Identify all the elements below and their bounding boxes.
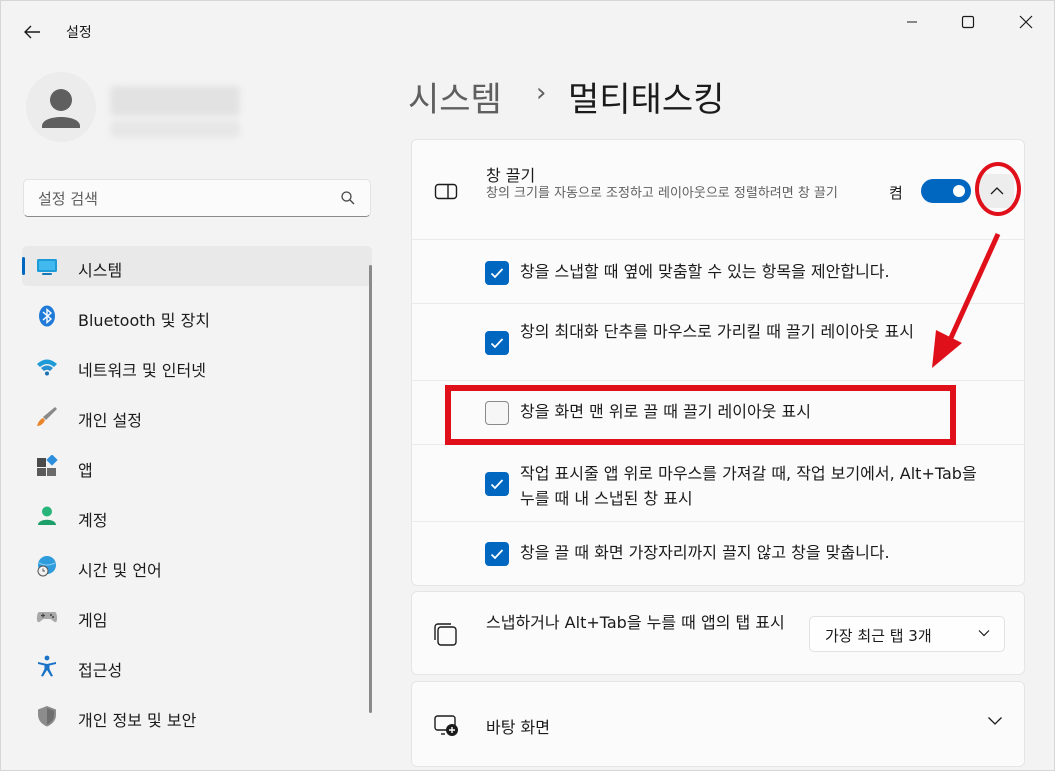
close-icon bbox=[1019, 15, 1033, 29]
chevron-down-icon bbox=[988, 717, 1002, 725]
search-input[interactable] bbox=[36, 187, 340, 211]
sidebar-scrollbar[interactable] bbox=[369, 265, 372, 713]
sidebar-item-personalization[interactable]: 개인 설정 bbox=[22, 396, 372, 436]
snap-windows-header[interactable]: 창 끌기 창의 크기를 자동으로 조정하고 레이아웃으로 정렬하려면 창 끌기 … bbox=[412, 140, 1024, 240]
sidebar-item-privacy[interactable]: 개인 정보 및 보안 bbox=[22, 696, 372, 736]
snap-layout-icon bbox=[434, 183, 458, 200]
sidebar-item-time-language[interactable]: 시간 및 언어 bbox=[22, 546, 372, 586]
sidebar-item-accounts[interactable]: 계정 bbox=[22, 496, 372, 536]
avatar[interactable] bbox=[26, 72, 96, 142]
sidebar-item-system[interactable]: 시스템 bbox=[22, 246, 372, 286]
sidebar-item-label: 개인 정보 및 보안 bbox=[78, 711, 197, 730]
option-checkbox[interactable] bbox=[485, 472, 509, 496]
snap-windows-card: 창 끌기 창의 크기를 자동으로 조정하고 레이아웃으로 정렬하려면 창 끌기 … bbox=[411, 139, 1025, 240]
profile-name-redacted bbox=[110, 86, 240, 116]
active-indicator bbox=[22, 257, 25, 275]
desktop-add-icon bbox=[434, 715, 458, 736]
chevron-down-icon bbox=[978, 630, 990, 637]
sidebar-item-label: 접근성 bbox=[78, 661, 123, 680]
back-button[interactable] bbox=[18, 18, 46, 46]
globe-clock-icon bbox=[37, 556, 56, 577]
sidebar-item-gaming[interactable]: 게임 bbox=[22, 596, 372, 636]
toggle-knob bbox=[953, 185, 965, 197]
alt-tab-icon bbox=[434, 623, 457, 646]
sidebar-item-accessibility[interactable]: 접근성 bbox=[22, 646, 372, 686]
desktops-label: 바탕 화면 bbox=[486, 718, 550, 737]
option-checkbox[interactable] bbox=[485, 331, 509, 355]
sidebar-item-label: Bluetooth 및 장치 bbox=[78, 311, 211, 330]
checkmark-icon bbox=[490, 479, 504, 490]
option-label: 작업 표시줄 앱 위로 마우스를 가져갈 때, 작업 보기에서, Alt+Tab… bbox=[520, 464, 977, 508]
sidebar-item-label: 네트워크 및 인터넷 bbox=[78, 361, 206, 380]
wifi-icon bbox=[37, 359, 57, 376]
apps-icon bbox=[37, 455, 58, 476]
sidebar-item-bluetooth[interactable]: Bluetooth 및 장치 bbox=[22, 296, 372, 336]
breadcrumb-parent[interactable]: 시스템 bbox=[408, 80, 502, 120]
bluetooth-icon bbox=[39, 305, 55, 327]
desktops-card[interactable]: 바탕 화면 bbox=[411, 681, 1025, 767]
toggle-state-label: 켬 bbox=[889, 184, 903, 202]
sidebar-nav: 시스템 Bluetooth 및 장치 네트워크 및 인터넷 개인 설정 앱 계정… bbox=[22, 246, 372, 746]
alt-tab-label: 스냅하거나 Alt+Tab을 누를 때 앱의 탭 표시 bbox=[486, 613, 785, 632]
sidebar-item-label: 개인 설정 bbox=[78, 411, 142, 430]
option-label: 창을 끌 때 화면 가장자리까지 끌지 않고 창을 맞춥니다. bbox=[520, 543, 890, 562]
snap-windows-toggle[interactable] bbox=[921, 179, 971, 203]
sidebar-item-apps[interactable]: 앱 bbox=[22, 446, 372, 486]
profile-email-redacted bbox=[110, 120, 240, 138]
shield-icon bbox=[38, 706, 56, 727]
maximize-icon bbox=[961, 15, 975, 29]
window-title: 설정 bbox=[66, 25, 92, 41]
highlight-circle bbox=[975, 162, 1021, 216]
snap-option-row: 창을 스냅할 때 옆에 맞춤할 수 있는 항목을 제안합니다. bbox=[411, 239, 1025, 304]
snap-windows-title: 창 끌기 bbox=[486, 166, 536, 185]
sidebar-item-network[interactable]: 네트워크 및 인터넷 bbox=[22, 346, 372, 386]
search-icon bbox=[341, 191, 355, 205]
sidebar-item-label: 게임 bbox=[78, 611, 108, 630]
system-icon bbox=[37, 259, 57, 275]
snap-option-row: 창을 끌 때 화면 가장자리까지 끌지 않고 창을 맞춥니다. bbox=[411, 521, 1025, 586]
highlight-rectangle bbox=[445, 385, 956, 445]
breadcrumb: 시스템 › 멀티태스킹 bbox=[408, 72, 724, 121]
maximize-button[interactable] bbox=[948, 8, 988, 36]
option-checkbox[interactable] bbox=[485, 261, 509, 285]
snap-option-row: 작업 표시줄 앱 위로 마우스를 가져갈 때, 작업 보기에서, Alt+Tab… bbox=[411, 444, 1025, 522]
back-arrow-icon bbox=[24, 25, 40, 39]
checkmark-icon bbox=[490, 549, 504, 560]
person-icon bbox=[38, 506, 56, 525]
gamepad-icon bbox=[36, 612, 58, 623]
breadcrumb-separator-icon: › bbox=[536, 78, 547, 108]
title-bar: 설정 bbox=[0, 0, 1055, 62]
sidebar-item-label: 앱 bbox=[78, 461, 93, 480]
settings-search[interactable] bbox=[23, 179, 371, 217]
option-checkbox[interactable] bbox=[485, 542, 509, 566]
close-button[interactable] bbox=[1006, 8, 1046, 36]
option-label: 창의 최대화 단추를 마우스로 가리킬 때 끌기 레이아웃 표시 bbox=[520, 322, 914, 341]
alt-tab-card: 스냅하거나 Alt+Tab을 누를 때 앱의 탭 표시 가장 최근 탭 3개 bbox=[411, 591, 1025, 675]
checkmark-icon bbox=[490, 338, 504, 349]
snap-windows-description: 창의 크기를 자동으로 조정하고 레이아웃으로 정렬하려면 창 끌기 bbox=[486, 186, 838, 201]
accessibility-icon bbox=[38, 655, 56, 677]
sidebar-item-label: 계정 bbox=[78, 511, 108, 530]
checkmark-icon bbox=[490, 268, 504, 279]
page-title: 멀티태스킹 bbox=[568, 80, 725, 120]
brush-icon bbox=[37, 407, 57, 426]
minimize-button[interactable] bbox=[892, 8, 932, 36]
snap-option-row: 창의 최대화 단추를 마우스로 가리킬 때 끌기 레이아웃 표시 bbox=[411, 303, 1025, 381]
alt-tab-dropdown[interactable]: 가장 최근 탭 3개 bbox=[809, 616, 1005, 652]
sidebar-item-label: 시간 및 언어 bbox=[78, 561, 162, 580]
user-avatar-icon bbox=[42, 89, 80, 128]
option-label: 창을 스냅할 때 옆에 맞춤할 수 있는 항목을 제안합니다. bbox=[520, 262, 890, 281]
dropdown-value: 가장 최근 탭 3개 bbox=[825, 627, 932, 645]
minimize-icon bbox=[907, 21, 917, 23]
sidebar-item-label: 시스템 bbox=[78, 261, 123, 280]
